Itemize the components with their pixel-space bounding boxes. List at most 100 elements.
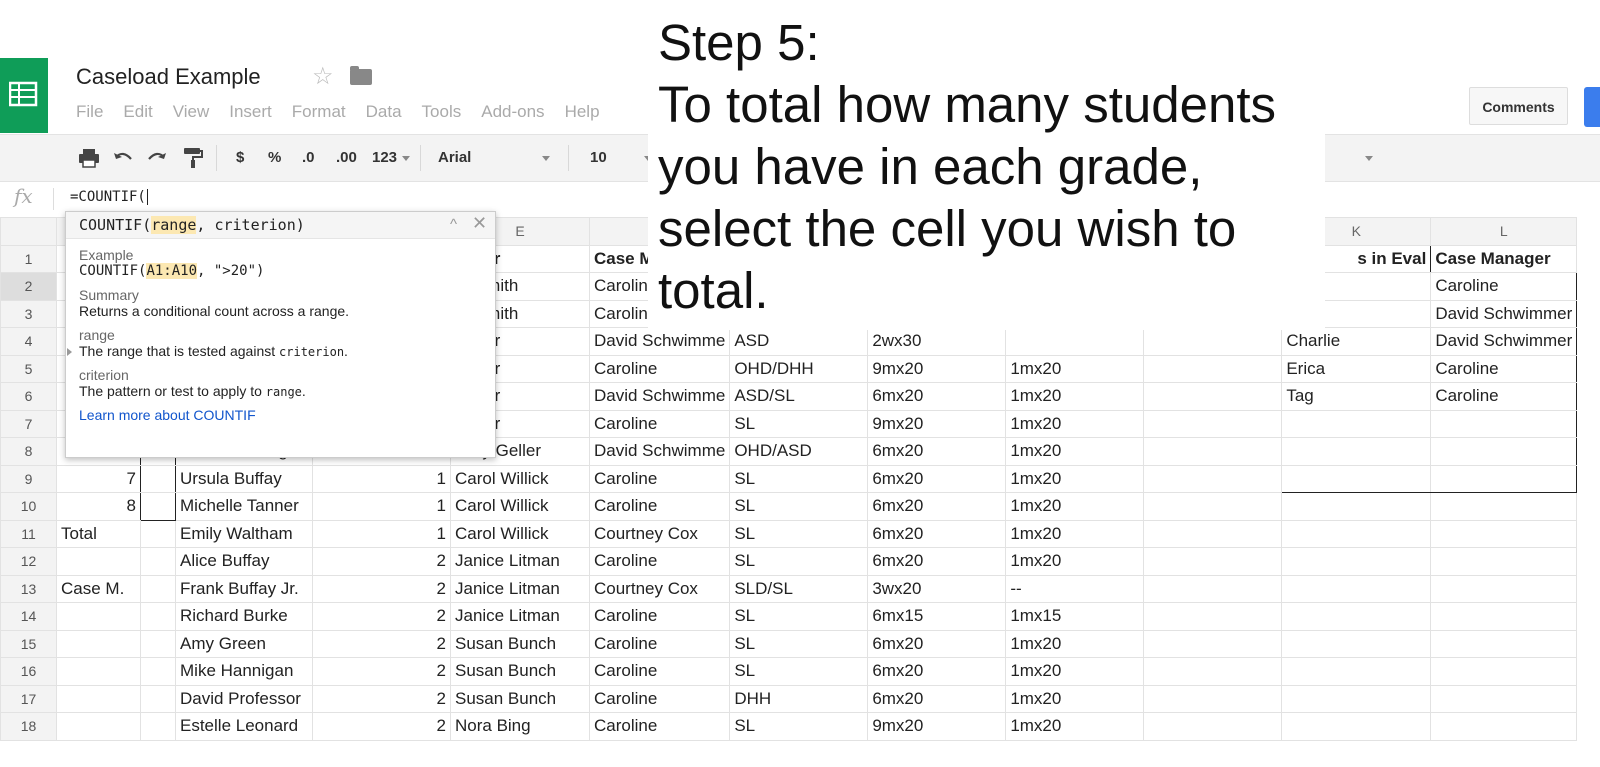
cell[interactable]: Caroline: [1430, 354, 1578, 383]
cell[interactable]: 6mx20: [867, 547, 1007, 576]
cell[interactable]: [1281, 602, 1432, 631]
cell[interactable]: [1143, 574, 1283, 603]
cell[interactable]: Emily Waltham: [175, 519, 313, 548]
cell[interactable]: [1430, 602, 1578, 631]
cell[interactable]: [1143, 519, 1283, 548]
expand-arrow-icon[interactable]: [67, 348, 72, 356]
cell[interactable]: Caroline: [588, 629, 731, 658]
cell[interactable]: Susan Bunch: [450, 684, 590, 713]
cell[interactable]: Caroline: [588, 492, 731, 521]
row-header[interactable]: 8: [0, 437, 57, 466]
cell[interactable]: 6mx20: [867, 437, 1007, 466]
menu-file[interactable]: File: [76, 102, 103, 122]
cell[interactable]: [1281, 629, 1432, 658]
cell[interactable]: [140, 629, 176, 658]
cell[interactable]: [1143, 629, 1283, 658]
row-header[interactable]: 5: [0, 354, 57, 383]
cell[interactable]: [140, 519, 176, 548]
cell[interactable]: [1430, 712, 1578, 741]
cell[interactable]: [140, 547, 176, 576]
cell[interactable]: David Schwimmer: [1430, 299, 1578, 328]
cell[interactable]: [1430, 629, 1578, 658]
cell[interactable]: [1281, 574, 1432, 603]
cell[interactable]: Case Manager: [1430, 244, 1578, 273]
row-header[interactable]: 1: [0, 244, 57, 273]
cell[interactable]: 6mx20: [867, 657, 1007, 686]
cell[interactable]: Amy Green: [175, 629, 313, 658]
cell[interactable]: 6mx15: [867, 602, 1007, 631]
row-header[interactable]: 2: [0, 272, 57, 301]
cell[interactable]: 1mx20: [1005, 464, 1145, 493]
cell[interactable]: OHD/DHH: [729, 354, 869, 383]
document-title[interactable]: Caseload Example: [76, 64, 261, 90]
cell[interactable]: Caroline: [588, 547, 731, 576]
cell[interactable]: Alice Buffay: [175, 547, 313, 576]
cell[interactable]: SL: [729, 519, 869, 548]
cell[interactable]: [1281, 464, 1432, 493]
cell[interactable]: 1: [312, 492, 451, 521]
cell[interactable]: [1430, 519, 1578, 548]
menu-edit[interactable]: Edit: [123, 102, 152, 122]
share-button[interactable]: [1584, 87, 1600, 127]
row-header[interactable]: 7: [0, 409, 57, 438]
cell[interactable]: 7: [56, 464, 141, 493]
cell[interactable]: [1430, 492, 1578, 521]
cell[interactable]: [1143, 327, 1283, 356]
cell[interactable]: [1143, 492, 1283, 521]
cell[interactable]: [1430, 547, 1578, 576]
cell[interactable]: [1281, 712, 1432, 741]
menu-format[interactable]: Format: [292, 102, 346, 122]
cell[interactable]: Caroline: [1430, 382, 1578, 411]
cell[interactable]: SL: [729, 492, 869, 521]
row-header[interactable]: 16: [0, 657, 57, 686]
cell[interactable]: [1005, 327, 1145, 356]
cell[interactable]: [1143, 547, 1283, 576]
cell[interactable]: [140, 657, 176, 686]
cell[interactable]: 1mx20: [1005, 519, 1145, 548]
cell[interactable]: 1mx20: [1005, 657, 1145, 686]
cell[interactable]: SL: [729, 547, 869, 576]
cell[interactable]: 9mx20: [867, 409, 1007, 438]
cell[interactable]: 2: [312, 657, 451, 686]
cell[interactable]: 2: [312, 574, 451, 603]
cell[interactable]: 1mx15: [1005, 602, 1145, 631]
comments-button[interactable]: Comments: [1469, 87, 1568, 125]
cell[interactable]: [1430, 464, 1578, 493]
menu-insert[interactable]: Insert: [229, 102, 272, 122]
print-icon[interactable]: [78, 147, 100, 169]
redo-icon[interactable]: [146, 147, 168, 169]
close-icon[interactable]: ✕: [472, 213, 487, 234]
cell[interactable]: Case M.: [56, 574, 141, 603]
row-header[interactable]: 9: [0, 464, 57, 493]
collapse-icon[interactable]: ^: [450, 216, 457, 233]
cell[interactable]: Nora Bing: [450, 712, 590, 741]
cell[interactable]: [1143, 354, 1283, 383]
cell[interactable]: [1281, 437, 1432, 466]
cell[interactable]: [56, 602, 141, 631]
cell[interactable]: 1mx20: [1005, 684, 1145, 713]
currency-format-button[interactable]: $: [236, 135, 244, 181]
cell[interactable]: Carol Willick: [450, 492, 590, 521]
cell[interactable]: [1143, 684, 1283, 713]
font-size-select[interactable]: 10: [590, 135, 607, 181]
cell[interactable]: 6mx20: [867, 629, 1007, 658]
cell[interactable]: 6mx20: [867, 519, 1007, 548]
cell[interactable]: 2: [312, 629, 451, 658]
paint-format-icon[interactable]: [182, 146, 204, 170]
cell[interactable]: [1143, 464, 1283, 493]
cell[interactable]: [140, 574, 176, 603]
cell[interactable]: David Professor: [175, 684, 313, 713]
cell[interactable]: [1281, 409, 1432, 438]
cell[interactable]: 1mx20: [1005, 437, 1145, 466]
cell[interactable]: [56, 629, 141, 658]
cell[interactable]: Susan Bunch: [450, 629, 590, 658]
cell[interactable]: Caroline: [588, 684, 731, 713]
cell[interactable]: [1281, 492, 1432, 521]
cell[interactable]: Caroline: [588, 464, 731, 493]
row-header[interactable]: 18: [0, 712, 57, 741]
cell[interactable]: Carol Willick: [450, 464, 590, 493]
cell[interactable]: 6mx20: [867, 382, 1007, 411]
cell[interactable]: Mike Hannigan: [175, 657, 313, 686]
cell[interactable]: [1281, 519, 1432, 548]
cell[interactable]: Caroline: [1430, 272, 1578, 301]
